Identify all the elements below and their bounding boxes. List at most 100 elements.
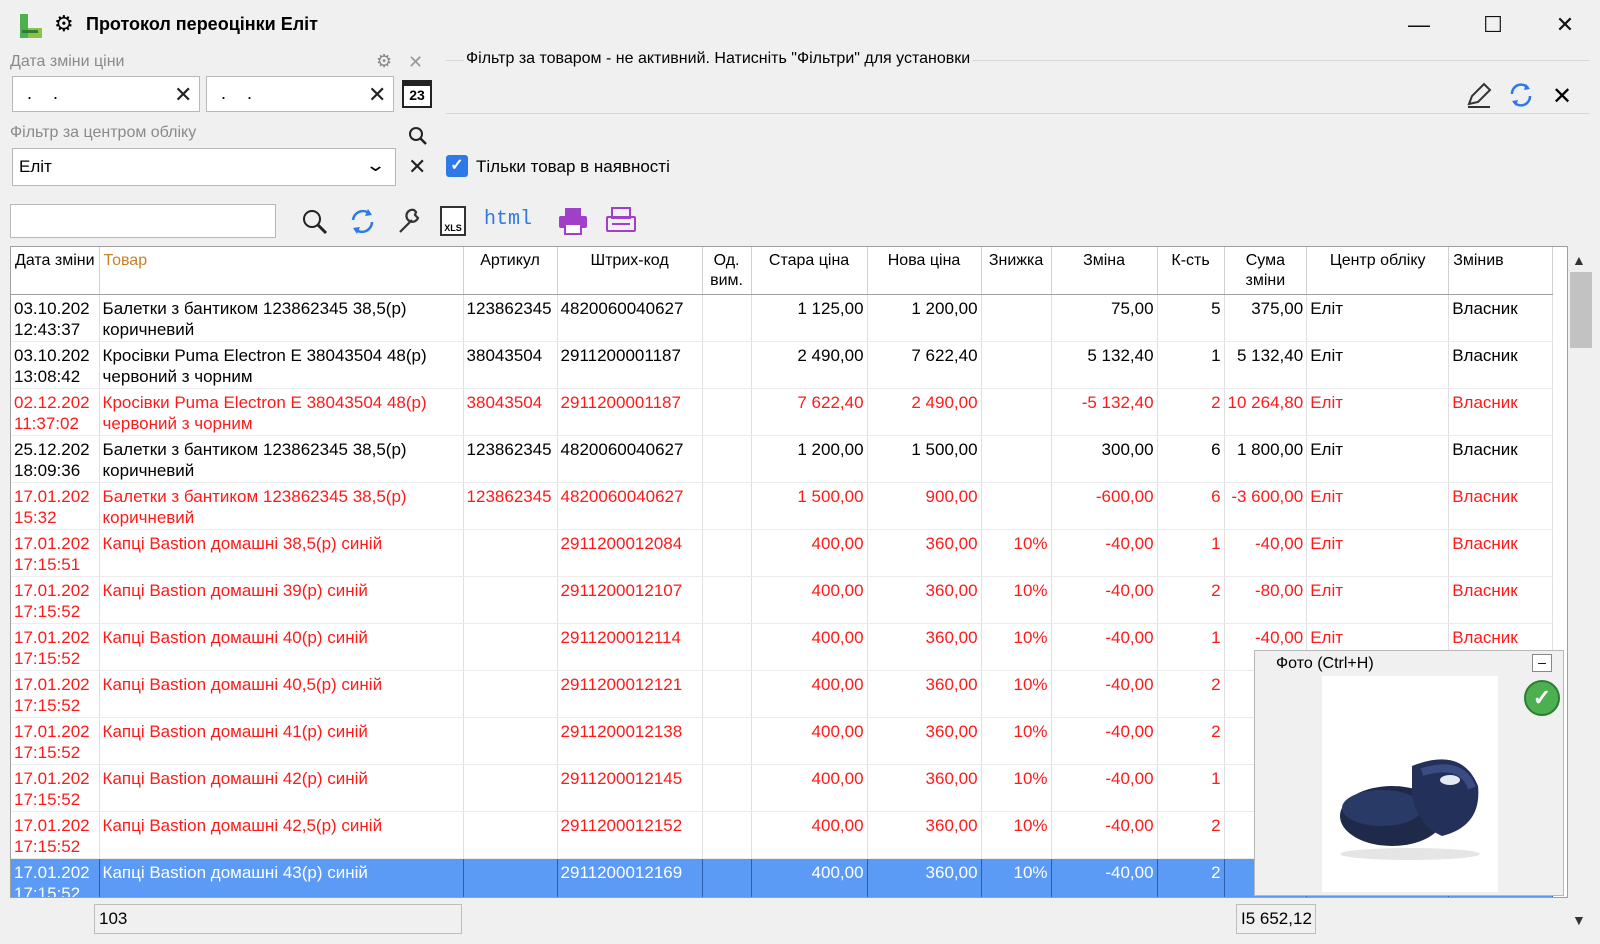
col-header-date[interactable]: Дата зміни bbox=[11, 247, 100, 295]
check-badge-icon[interactable]: ✓ bbox=[1524, 680, 1560, 716]
cell-old-price: 400,00 bbox=[751, 858, 868, 897]
cell-changed-by: Власник bbox=[1448, 576, 1554, 624]
scroll-up-icon[interactable]: ▲ bbox=[1572, 252, 1586, 268]
col-header-old-price[interactable]: Стара ціна bbox=[751, 247, 868, 295]
cell-date-time: 18:09:36 bbox=[14, 460, 81, 480]
col-header-product[interactable]: Товар bbox=[99, 247, 464, 295]
maximize-button[interactable]: ☐ bbox=[1470, 8, 1516, 42]
cell-center: Еліт bbox=[1306, 388, 1450, 436]
cell-new-price: 900,00 bbox=[867, 482, 982, 530]
in-stock-checkbox[interactable]: ✓ bbox=[446, 155, 468, 177]
cell-old-price: 400,00 bbox=[751, 717, 868, 765]
cell-qty: 1 bbox=[1157, 341, 1225, 389]
col-header-center[interactable]: Центр обліку bbox=[1306, 247, 1450, 295]
cell-date-day: 17.01.202 bbox=[14, 486, 90, 506]
clear-product-filter-icon[interactable]: ✕ bbox=[1552, 82, 1572, 111]
table-row[interactable]: 02.12.202 11:37:02 Кросівки Puma Electron … bbox=[11, 388, 1554, 436]
cell-change: -40,00 bbox=[1051, 858, 1158, 897]
cell-old-price: 400,00 bbox=[751, 529, 868, 577]
cell-discount bbox=[981, 341, 1052, 389]
col-header-unit[interactable]: Од. вим. bbox=[702, 247, 752, 295]
cell-unit bbox=[702, 623, 752, 671]
cell-old-price: 1 200,00 bbox=[751, 435, 868, 483]
cell-barcode: 2911200012107 bbox=[557, 576, 703, 624]
vertical-scrollbar[interactable] bbox=[1568, 246, 1600, 936]
cell-changed-by: Власник bbox=[1448, 388, 1554, 436]
table-row[interactable]: 17.01.202 17:15:51 Капці Bastion домашні 3… bbox=[11, 529, 1554, 577]
refresh-icon[interactable] bbox=[346, 204, 378, 238]
table-row[interactable]: 17.01.202 17:15:52 Капці Bastion домашні 3… bbox=[11, 576, 1554, 624]
cell-discount: 10% bbox=[981, 811, 1052, 859]
calendar-icon[interactable]: 23 bbox=[402, 80, 432, 108]
col-header-barcode[interactable]: Штрих-код bbox=[557, 247, 703, 295]
col-header-article[interactable]: Артикул bbox=[463, 247, 558, 295]
cell-date-day: 03.10.202 bbox=[14, 345, 90, 365]
export-html-icon[interactable]: html bbox=[484, 208, 532, 231]
settings-gear-icon[interactable]: ⚙ bbox=[376, 51, 392, 72]
wrench-icon[interactable] bbox=[394, 204, 424, 238]
cell-date-time: 17:15:52 bbox=[14, 836, 81, 856]
cell-old-price: 400,00 bbox=[751, 623, 868, 671]
cell-date: 17.01.202 17:15:52 bbox=[11, 576, 100, 624]
cell-change: -5 132,40 bbox=[1051, 388, 1158, 436]
cell-old-price: 1 125,00 bbox=[751, 294, 868, 342]
col-header-discount[interactable]: Знижка bbox=[981, 247, 1052, 295]
cell-unit bbox=[702, 294, 752, 342]
print-preview-icon[interactable] bbox=[604, 204, 638, 238]
close-window-button[interactable]: ✕ bbox=[1542, 8, 1588, 42]
cell-barcode: 2911200012145 bbox=[557, 764, 703, 812]
refresh-filter-icon[interactable] bbox=[1506, 80, 1536, 110]
cell-article: 38043504 bbox=[463, 388, 558, 436]
cell-unit bbox=[702, 576, 752, 624]
cell-product: Капці Bastion домашні 43(р) синій bbox=[99, 858, 464, 897]
grid-search-input[interactable] bbox=[10, 204, 276, 238]
cell-sum-change: 1 800,00 bbox=[1224, 435, 1308, 483]
cell-date: 17.01.202 15:32 bbox=[11, 482, 100, 530]
date-to-input[interactable]: . . bbox=[206, 76, 394, 112]
clear-date-filter-icon[interactable]: ✕ bbox=[408, 52, 423, 73]
cell-new-price: 1 500,00 bbox=[867, 435, 982, 483]
clear-date-to-icon[interactable]: ✕ bbox=[368, 84, 386, 106]
cell-barcode: 2911200012084 bbox=[557, 529, 703, 577]
cell-change: 5 132,40 bbox=[1051, 341, 1158, 389]
cell-new-price: 360,00 bbox=[867, 623, 982, 671]
cell-barcode: 2911200001187 bbox=[557, 388, 703, 436]
col-header-changed-by[interactable]: Змінив bbox=[1448, 247, 1554, 295]
table-row[interactable]: 03.10.202 12:43:37 Балетки з бантиком 1238… bbox=[11, 294, 1554, 342]
cell-qty: 6 bbox=[1157, 435, 1225, 483]
edit-pencil-icon[interactable] bbox=[1464, 80, 1494, 110]
col-header-sum-change[interactable]: Сума зміни bbox=[1224, 247, 1308, 295]
cell-product: Кросівки Puma Electron E 38043504 48(р) … bbox=[99, 341, 464, 389]
slipper-image bbox=[1340, 759, 1480, 860]
gear-icon[interactable]: ⚙ bbox=[54, 13, 74, 35]
cell-new-price: 7 622,40 bbox=[867, 341, 982, 389]
table-row[interactable]: 03.10.202 13:08:42 Кросівки Puma Electron … bbox=[11, 341, 1554, 389]
clear-center-filter-icon[interactable]: ✕ bbox=[408, 156, 426, 178]
search-icon[interactable] bbox=[408, 126, 428, 146]
find-icon[interactable] bbox=[300, 204, 330, 238]
cell-unit bbox=[702, 717, 752, 765]
col-header-change[interactable]: Зміна bbox=[1051, 247, 1158, 295]
table-row[interactable]: 17.01.202 15:32 Балетки з бантиком 1238623… bbox=[11, 482, 1554, 530]
chevron-down-icon: ⌄ bbox=[364, 155, 387, 175]
cell-date-day: 17.01.202 bbox=[14, 533, 90, 553]
scrollbar-thumb[interactable] bbox=[1570, 272, 1592, 348]
center-filter-select[interactable]: Еліт ⌄ bbox=[12, 148, 396, 186]
col-header-new-price[interactable]: Нова ціна bbox=[867, 247, 982, 295]
minimize-button[interactable]: — bbox=[1396, 8, 1442, 42]
date-from-input[interactable]: . . bbox=[12, 76, 200, 112]
cell-date-time: 13:08:42 bbox=[14, 366, 81, 386]
cell-changed-by: Власник bbox=[1448, 435, 1554, 483]
cell-product: Капці Bastion домашні 42(р) синій bbox=[99, 764, 464, 812]
col-header-qty[interactable]: К-сть bbox=[1157, 247, 1225, 295]
cell-barcode: 4820060040627 bbox=[557, 435, 703, 483]
scroll-down-icon[interactable]: ▼ bbox=[1572, 912, 1586, 928]
cell-product: Капці Bastion домашні 42,5(р) синій bbox=[99, 811, 464, 859]
print-icon[interactable] bbox=[556, 204, 590, 238]
export-xls-icon[interactable]: XLS bbox=[440, 206, 466, 236]
cell-discount: 10% bbox=[981, 670, 1052, 718]
cell-article: 123862345 bbox=[463, 294, 558, 342]
table-row[interactable]: 25.12.202 18:09:36 Балетки з бантиком 1238… bbox=[11, 435, 1554, 483]
photo-minimize-button[interactable]: – bbox=[1532, 654, 1552, 672]
clear-date-from-icon[interactable]: ✕ bbox=[174, 84, 192, 106]
